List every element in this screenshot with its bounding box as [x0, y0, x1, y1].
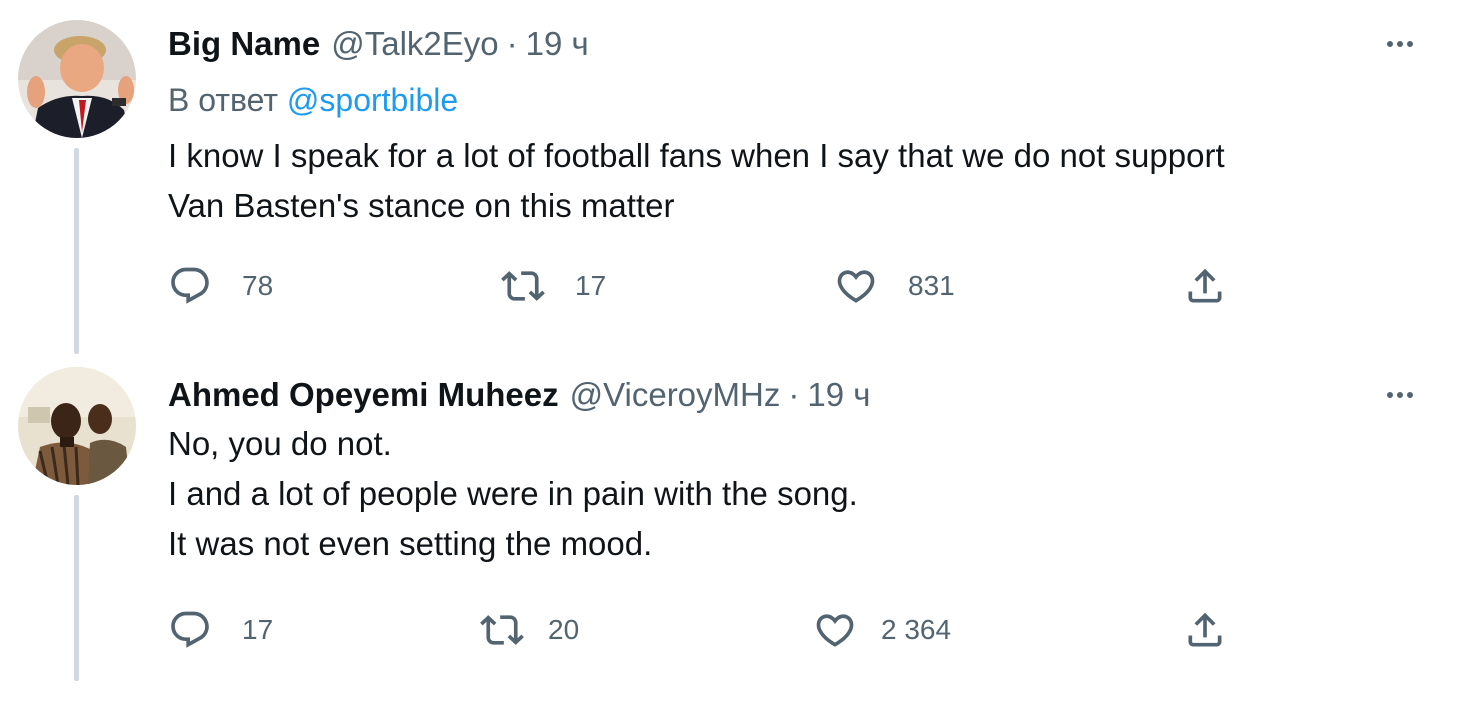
- tweet-header: Big Name @Talk2Eyo · 19 ч: [168, 22, 1420, 66]
- retweet-count: 20: [548, 614, 580, 645]
- tweet-content: Ahmed Opeyemi Muheez @ViceroyMHz · 19 ч …: [168, 373, 1420, 569]
- reply-count: 17: [242, 614, 274, 645]
- avatar[interactable]: [18, 367, 136, 485]
- like-button[interactable]: 2 364: [813, 605, 951, 655]
- reply-icon: [171, 267, 209, 304]
- reply-button[interactable]: 78: [168, 261, 273, 311]
- reply-icon: [171, 611, 209, 648]
- more-options-button[interactable]: [1380, 26, 1420, 62]
- tweet-text-line: It was not even setting the mood.: [168, 525, 653, 562]
- separator-dot: ·: [506, 25, 518, 62]
- tweet-text-line: I know I speak for a lot of football fan…: [168, 137, 1225, 174]
- more-horizontal-icon: [1387, 392, 1393, 398]
- retweet-button[interactable]: 20: [480, 605, 579, 655]
- tweet-header: Ahmed Opeyemi Muheez @ViceroyMHz · 19 ч: [168, 373, 1420, 417]
- share-icon: [1188, 268, 1222, 303]
- like-count: 831: [908, 270, 955, 301]
- tweet-text-line: I and a lot of people were in pain with …: [168, 475, 858, 512]
- tweet[interactable]: Big Name @Talk2Eyo · 19 ч В ответ @sport…: [0, 0, 1460, 355]
- tweet-text-line: No, you do not.: [168, 425, 392, 462]
- thread-connector-line: [74, 148, 79, 354]
- thread-connector-line: [74, 495, 79, 681]
- timestamp[interactable]: 19 ч: [807, 373, 870, 417]
- more-dot: [1397, 41, 1403, 47]
- like-count: 2 364: [881, 614, 952, 645]
- tweet-actions: 78 17 831: [168, 261, 1268, 311]
- reply-button[interactable]: 17: [168, 605, 273, 655]
- reply-thread: Big Name @Talk2Eyo · 19 ч В ответ @sport…: [0, 0, 1460, 701]
- more-horizontal-icon: [1387, 41, 1393, 47]
- more-dot: [1407, 41, 1413, 47]
- tweet-text: No, you do not. I and a lot of people we…: [168, 419, 1420, 569]
- display-name[interactable]: Big Name: [168, 22, 320, 66]
- tweet-actions: 17 20 2 364: [168, 605, 1268, 655]
- share-icon: [1188, 612, 1222, 647]
- display-name[interactable]: Ahmed Opeyemi Muheez: [168, 373, 559, 417]
- timestamp[interactable]: 19 ч: [526, 22, 589, 66]
- retweet-icon: [501, 271, 545, 301]
- more-options-button[interactable]: [1380, 377, 1420, 413]
- like-button[interactable]: 831: [834, 261, 955, 311]
- avatar[interactable]: [18, 20, 136, 138]
- tweet-content: Big Name @Talk2Eyo · 19 ч В ответ @sport…: [168, 22, 1420, 231]
- user-handle[interactable]: @Talk2Eyo: [331, 22, 498, 66]
- user-handle[interactable]: @ViceroyMHz: [570, 373, 781, 417]
- separator-dot: ·: [788, 376, 800, 413]
- share-button[interactable]: [1183, 261, 1227, 311]
- more-dot: [1407, 392, 1413, 398]
- avatar-image: [18, 20, 136, 138]
- retweet-icon: [480, 615, 524, 645]
- share-button[interactable]: [1183, 605, 1227, 655]
- heart-icon: [816, 614, 854, 647]
- retweet-count: 17: [575, 270, 607, 301]
- tweet-text: I know I speak for a lot of football fan…: [168, 131, 1420, 231]
- retweet-button[interactable]: 17: [501, 261, 606, 311]
- heart-icon: [837, 270, 875, 303]
- reply-context: В ответ @sportbible: [168, 78, 1420, 122]
- more-dot: [1397, 392, 1403, 398]
- tweet[interactable]: Ahmed Opeyemi Muheez @ViceroyMHz · 19 ч …: [0, 355, 1460, 701]
- reply-count: 78: [242, 270, 274, 301]
- avatar-image: [18, 367, 136, 485]
- tweet-text-line: Van Basten's stance on this matter: [168, 187, 675, 224]
- reply-prefix: В ответ: [168, 82, 279, 118]
- reply-mention-link[interactable]: @sportbible: [287, 82, 458, 118]
